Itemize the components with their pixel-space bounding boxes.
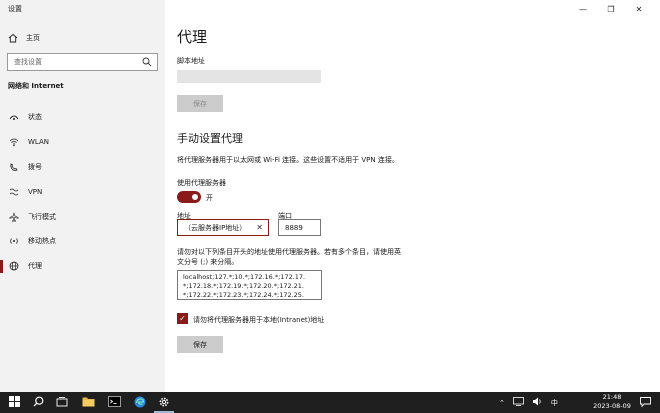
clock-time: 21:48: [602, 393, 622, 401]
sidebar-item-label: WLAN: [28, 138, 50, 147]
dialup-icon: [9, 162, 19, 172]
search-button[interactable]: [26, 392, 50, 413]
home-icon: [8, 33, 18, 43]
notification-button[interactable]: [634, 392, 656, 413]
sidebar-item-wlan[interactable]: WLAN: [0, 130, 165, 155]
status-icon: [9, 112, 19, 122]
manual-proxy-description: 将代理服务器用于以太网或 Wi-Fi 连接。这些设置不适用于 VPN 连接。: [177, 156, 399, 164]
manual-proxy-heading: 手动设置代理: [177, 132, 243, 145]
sidebar-item-label: 飞行模式: [28, 212, 56, 221]
system-tray: ⌃ 中: [499, 392, 558, 413]
save-script-button[interactable]: 保存: [177, 95, 223, 112]
taskbar-app-settings[interactable]: [152, 392, 176, 413]
checkmark-icon: ✓: [179, 314, 186, 323]
address-value: （云服务器IP地址）: [184, 223, 247, 232]
bypass-local-checkbox[interactable]: ✓: [177, 313, 188, 324]
taskbar: ⌃ 中 21:48 2023-08-09: [0, 392, 660, 413]
category-heading: 网络和 Internet: [8, 82, 64, 90]
use-proxy-toggle[interactable]: [177, 191, 201, 203]
windows-logo-icon: [8, 396, 20, 409]
sidebar-item-label: 移动热点: [28, 237, 56, 246]
sidebar-item-hotspot[interactable]: 移动热点: [0, 229, 165, 254]
notification-icon: [639, 396, 651, 409]
window-title: 设置: [8, 5, 22, 13]
sidebar-item-airplane-mode[interactable]: 飞行模式: [0, 204, 165, 229]
taskbar-clock[interactable]: 21:48 2023-08-09: [590, 393, 634, 411]
search-icon[interactable]: [142, 57, 152, 67]
script-address-field[interactable]: [177, 70, 321, 83]
port-input[interactable]: 8889: [278, 219, 321, 236]
sidebar-item-label: VPN: [28, 187, 43, 196]
main-content: 代理 脚本地址 保存 手动设置代理 将代理服务器用于以太网或 Wi-Fi 连接。…: [165, 0, 660, 392]
search-placeholder: 查找设置: [14, 58, 42, 66]
task-view-icon: [56, 396, 68, 409]
clear-icon[interactable]: ✕: [256, 223, 263, 232]
sidebar-nav: 状态 WLAN 拨号 VPN 飞行模式 移动热点 代理: [0, 105, 165, 279]
folder-icon: [82, 396, 95, 409]
sidebar-item-label: 代理: [28, 262, 42, 271]
taskbar-app-edge[interactable]: [128, 392, 152, 413]
proxy-globe-icon: [9, 261, 19, 271]
port-value: 8889: [285, 223, 303, 232]
sidebar-item-dialup[interactable]: 拨号: [0, 155, 165, 180]
edge-browser-icon: [134, 396, 146, 410]
exceptions-description-line-1: 请勿对以下列条目开头的地址使用代理服务器。若有多个条目，请使用英: [177, 248, 401, 256]
taskbar-app-file-explorer[interactable]: [76, 392, 100, 413]
terminal-icon: [107, 396, 121, 409]
sidebar-item-label: 状态: [28, 113, 42, 122]
sidebar-item-status[interactable]: 状态: [0, 105, 165, 130]
exceptions-textarea[interactable]: localhost;127.*;10.*;172.16.*;172.17. *;…: [177, 270, 322, 300]
start-button[interactable]: [2, 392, 26, 413]
save-button[interactable]: 保存: [177, 336, 223, 353]
address-input[interactable]: （云服务器IP地址） ✕: [177, 219, 269, 236]
sidebar-item-proxy[interactable]: 代理: [0, 254, 165, 279]
use-proxy-label: 使用代理服务器: [177, 179, 226, 187]
exceptions-line: *;172.22.*;172.23.*;172.24.*;172.25.: [183, 291, 304, 299]
sidebar-item-label: 拨号: [28, 162, 42, 171]
script-address-label: 脚本地址: [177, 57, 205, 65]
search-icon: [33, 396, 44, 409]
vpn-icon: [9, 187, 19, 197]
exceptions-line: *;172.18.*;172.19.*;172.20.*;172.21.: [183, 282, 304, 290]
airplane-icon: [9, 212, 19, 222]
chevron-up-icon[interactable]: ⌃: [499, 399, 505, 407]
sidebar-item-vpn[interactable]: VPN: [0, 179, 165, 204]
toggle-state-label: 开: [206, 194, 213, 202]
search-input[interactable]: 查找设置: [7, 53, 158, 71]
wifi-icon: [9, 137, 19, 147]
bypass-local-label: 请勿将代理服务器用于本地(Intranet)地址: [193, 316, 325, 324]
gear-icon: [158, 396, 170, 410]
hotspot-icon: [9, 236, 19, 246]
home-link[interactable]: 主页: [8, 33, 40, 43]
page-title: 代理: [177, 28, 208, 46]
clock-date: 2023-08-09: [593, 402, 631, 410]
volume-icon[interactable]: [532, 397, 543, 408]
home-label: 主页: [26, 34, 40, 42]
exceptions-line: localhost;127.*;10.*;172.16.*;172.17.: [183, 273, 306, 281]
sidebar: 设置 主页 查找设置 网络和 Internet 状态 WLAN 拨号 VPN 飞…: [0, 0, 165, 392]
network-icon[interactable]: [512, 397, 524, 408]
input-method-indicator[interactable]: 中: [551, 398, 558, 408]
task-view-button[interactable]: [50, 392, 74, 413]
exceptions-description-line-2: 文分号 (;) 来分隔。: [177, 258, 239, 266]
taskbar-app-terminal[interactable]: [102, 392, 126, 413]
